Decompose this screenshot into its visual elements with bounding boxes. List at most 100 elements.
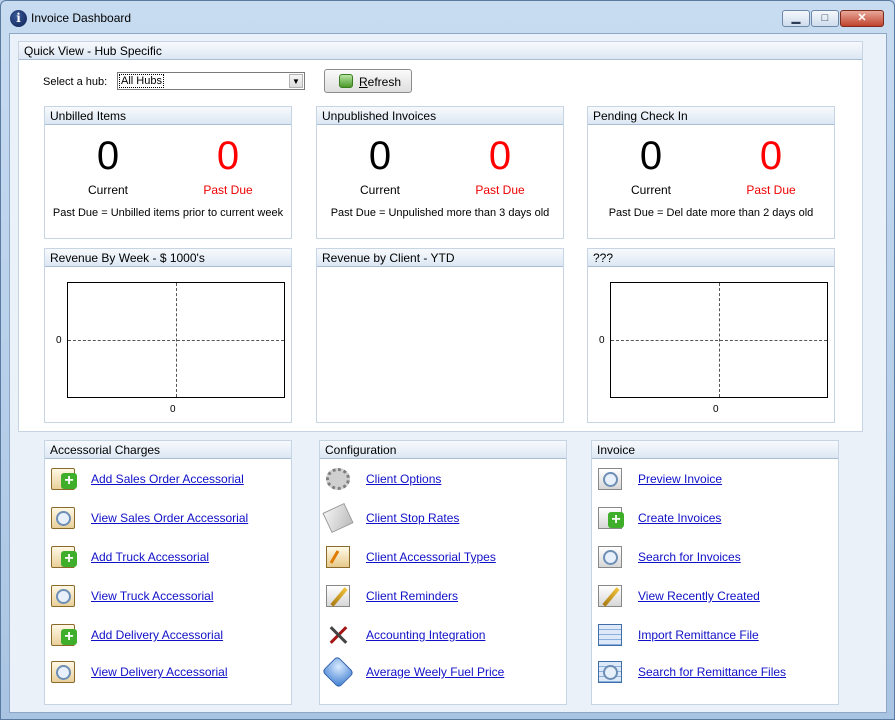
list-item: Client Options xyxy=(320,466,566,492)
list-item: View Delivery Accessorial xyxy=(45,659,291,685)
current-label: Current xyxy=(359,183,400,197)
client-area: Quick View - Hub Specific Select a hub: … xyxy=(9,33,887,713)
current-label: Current xyxy=(630,183,671,197)
stat-title: Unbilled Items xyxy=(45,107,291,125)
accounting-integration-link[interactable]: Accounting Integration xyxy=(366,628,485,642)
unpublished-invoices-box: Unpublished Invoices 0 0 Current Past Du… xyxy=(316,106,564,239)
list-item: Add Truck Accessorial xyxy=(45,544,291,570)
current-count: 0 xyxy=(368,134,392,178)
stat-note: Past Due = Unbilled items prior to curre… xyxy=(52,207,284,219)
add-sales-order-accessorial-link[interactable]: Add Sales Order Accessorial xyxy=(91,472,244,486)
list-item: Search for Remittance Files xyxy=(592,659,838,685)
info-diamond-icon[interactable] xyxy=(321,655,355,689)
list-item: Accounting Integration xyxy=(320,622,566,648)
spreadsheet-icon[interactable] xyxy=(598,624,622,646)
search-icon[interactable] xyxy=(598,546,622,568)
revenue-by-client-chart: Revenue by Client - YTD xyxy=(316,248,564,423)
chart-title: Revenue by Client - YTD xyxy=(317,249,563,267)
pending-check-in-box: Pending Check In 0 0 Current Past Due Pa… xyxy=(587,106,835,239)
list-item: Average Weely Fuel Price xyxy=(320,655,566,689)
panel-header: Accessorial Charges xyxy=(45,441,291,459)
accessorial-charges-panel: Accessorial Charges Add Sales Order Acce… xyxy=(44,440,292,705)
add-truck-accessorial-link[interactable]: Add Truck Accessorial xyxy=(91,550,209,564)
quick-view-header: Quick View - Hub Specific xyxy=(19,42,862,60)
list-item: View Truck Accessorial xyxy=(45,583,291,609)
average-weekly-fuel-price-link[interactable]: Average Weely Fuel Price xyxy=(366,665,504,679)
quick-view-panel: Quick View - Hub Specific Select a hub: … xyxy=(18,41,863,432)
hub-select[interactable]: All Hubs ▼ xyxy=(117,72,305,90)
list-item: Client Stop Rates xyxy=(320,502,566,534)
list-item: Add Sales Order Accessorial xyxy=(45,466,291,492)
client-options-link[interactable]: Client Options xyxy=(366,472,441,486)
y-tick-label: 0 xyxy=(599,335,605,346)
close-icon: ✕ xyxy=(857,12,867,24)
unbilled-items-box: Unbilled Items 0 0 Current Past Due Past… xyxy=(44,106,292,239)
stat-title: Pending Check In xyxy=(588,107,834,125)
minimize-button[interactable]: ▁ xyxy=(782,10,810,27)
client-stop-rates-link[interactable]: Client Stop Rates xyxy=(366,511,459,525)
search-for-invoices-link[interactable]: Search for Invoices xyxy=(638,550,741,564)
plot-area xyxy=(67,282,285,398)
add-document-icon[interactable] xyxy=(51,468,77,490)
current-label: Current xyxy=(87,183,128,197)
past-due-count: 0 xyxy=(488,134,512,178)
view-delivery-accessorial-link[interactable]: View Delivery Accessorial xyxy=(91,665,228,679)
view-recently-created-link[interactable]: View Recently Created xyxy=(638,589,760,603)
list-item: Search for Invoices xyxy=(592,544,838,570)
x-tick-label: 0 xyxy=(713,404,719,415)
info-icon: i xyxy=(10,10,27,27)
import-remittance-file-link[interactable]: Import Remittance File xyxy=(638,628,759,642)
minimize-icon: ▁ xyxy=(791,12,801,24)
past-due-label: Past Due xyxy=(203,183,253,197)
reminder-icon[interactable] xyxy=(326,585,350,607)
chevron-down-icon[interactable]: ▼ xyxy=(289,74,303,88)
client-accessorial-types-link[interactable]: Client Accessorial Types xyxy=(366,550,496,564)
close-button[interactable]: ✕ xyxy=(840,10,884,27)
x-tick-label: 0 xyxy=(170,404,176,415)
list-item: Client Accessorial Types xyxy=(320,544,566,570)
tools-icon[interactable] xyxy=(326,624,350,646)
stat-note: Past Due = Unpulished more than 3 days o… xyxy=(330,207,550,219)
stat-title: Unpublished Invoices xyxy=(317,107,563,125)
zero-horizontal-line xyxy=(68,340,284,341)
plot-area xyxy=(610,282,828,398)
hub-select-value: All Hubs xyxy=(119,74,164,88)
maximize-button[interactable]: □ xyxy=(811,10,839,27)
view-truck-accessorial-link[interactable]: View Truck Accessorial xyxy=(91,589,214,603)
refresh-button[interactable]: Refresh xyxy=(324,69,412,93)
pencil-icon[interactable] xyxy=(598,585,622,607)
refresh-icon xyxy=(339,74,353,88)
window-controls: ▁ □ ✕ xyxy=(781,10,884,27)
preview-invoice-link[interactable]: Preview Invoice xyxy=(638,472,722,486)
create-invoices-link[interactable]: Create Invoices xyxy=(638,511,721,525)
view-sales-order-accessorial-link[interactable]: View Sales Order Accessorial xyxy=(91,511,248,525)
list-item: View Sales Order Accessorial xyxy=(45,505,291,531)
notepad-icon[interactable] xyxy=(326,546,350,568)
invoice-panel: Invoice Preview Invoice Create Invoices … xyxy=(591,440,839,705)
window-title: Invoice Dashboard xyxy=(31,11,132,25)
paper-icon[interactable] xyxy=(322,502,354,534)
create-icon[interactable] xyxy=(598,507,624,529)
search-for-remittance-files-link[interactable]: Search for Remittance Files xyxy=(638,665,786,679)
title-bar[interactable]: i Invoice Dashboard ▁ □ ✕ xyxy=(1,1,894,33)
view-document-icon[interactable] xyxy=(51,585,75,607)
past-due-label: Past Due xyxy=(746,183,796,197)
add-delivery-accessorial-link[interactable]: Add Delivery Accessorial xyxy=(91,628,223,642)
add-document-icon[interactable] xyxy=(51,546,77,568)
list-item: Create Invoices xyxy=(592,505,838,531)
view-document-icon[interactable] xyxy=(51,661,75,683)
past-due-label: Past Due xyxy=(475,183,525,197)
client-reminders-link[interactable]: Client Reminders xyxy=(366,589,458,603)
hub-label: Select a hub: xyxy=(43,76,108,88)
refresh-label: Refresh xyxy=(359,75,402,89)
list-item: Import Remittance File xyxy=(592,622,838,648)
gear-icon[interactable] xyxy=(326,468,350,490)
chart-title: ??? xyxy=(588,249,834,267)
add-document-icon[interactable] xyxy=(51,624,77,646)
view-document-icon[interactable] xyxy=(51,507,75,529)
search-spreadsheet-icon[interactable] xyxy=(598,661,622,683)
invoice-dashboard-window: i Invoice Dashboard ▁ □ ✕ Quick View - H… xyxy=(0,0,895,720)
configuration-panel: Configuration Client Options Client Stop… xyxy=(319,440,567,705)
past-due-count: 0 xyxy=(759,134,783,178)
preview-icon[interactable] xyxy=(598,468,622,490)
